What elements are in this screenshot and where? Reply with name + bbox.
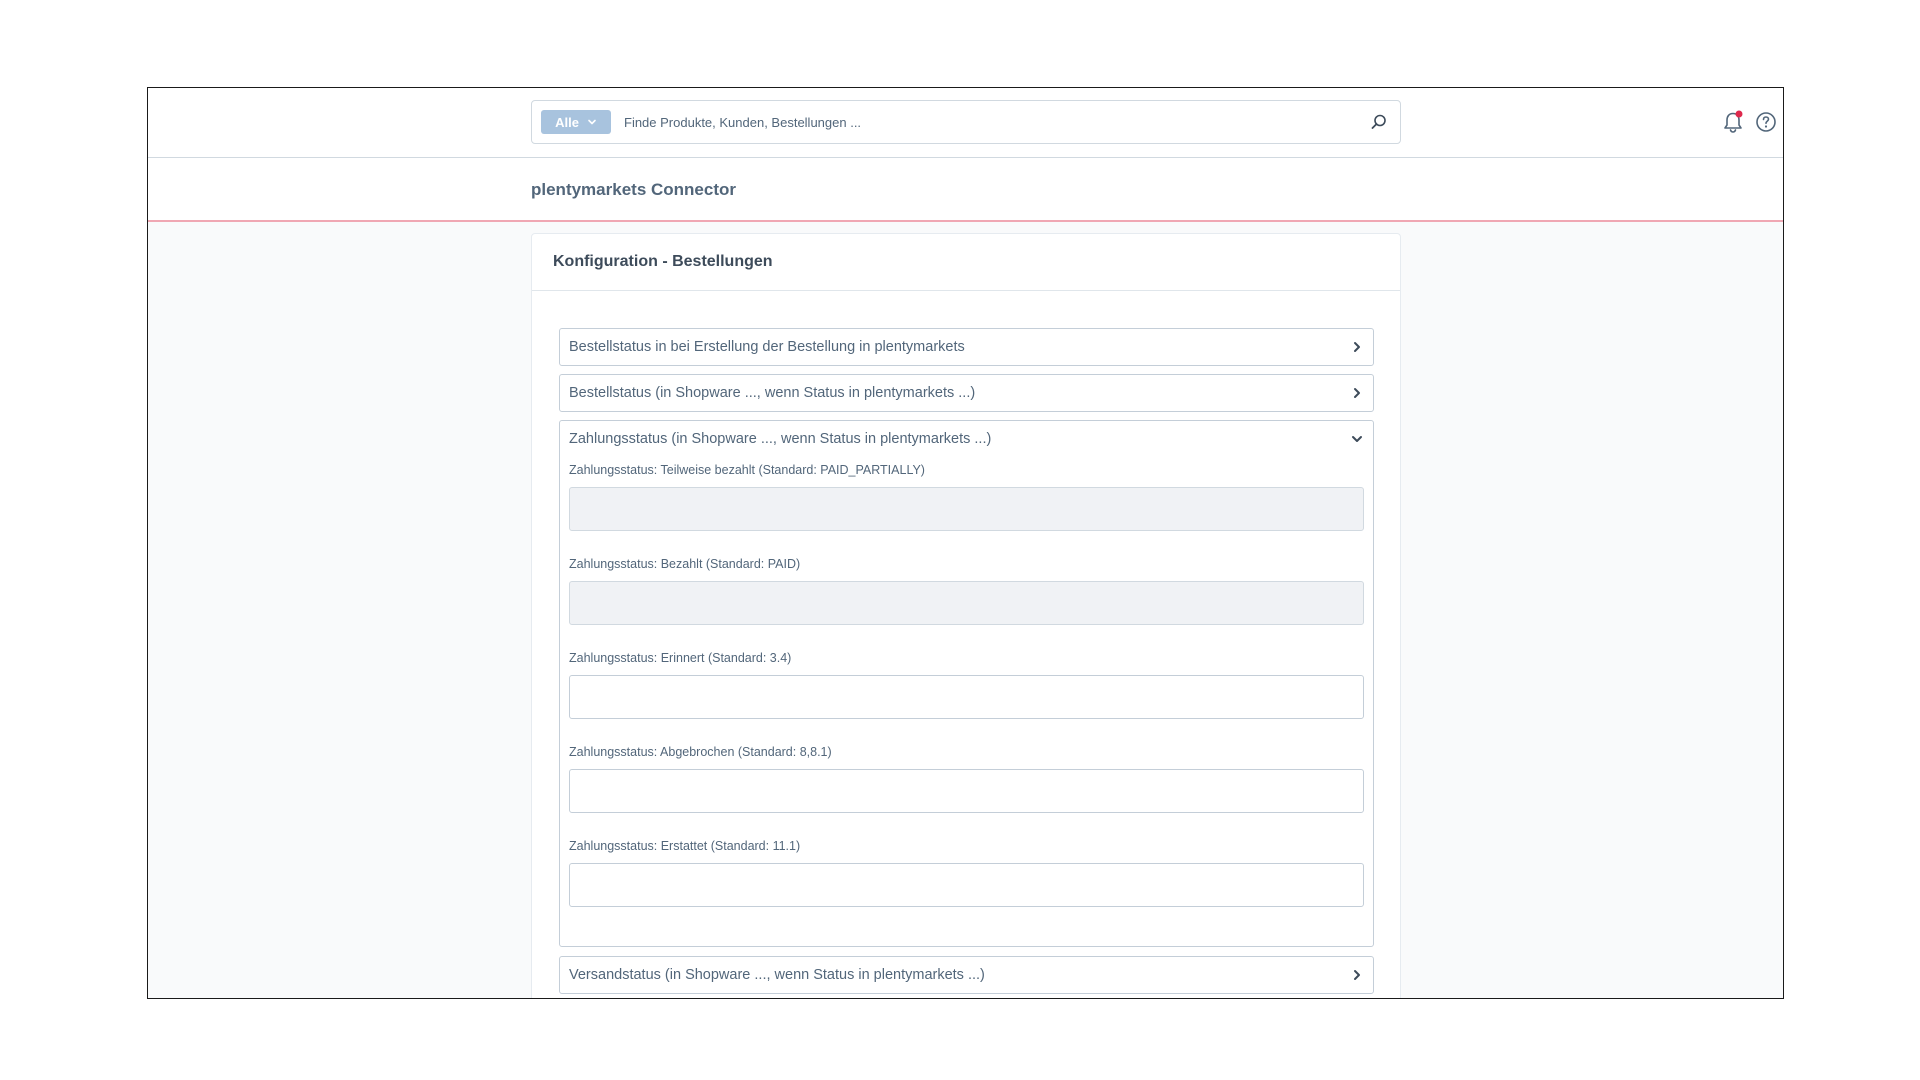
accordion-payment-status: Zahlungsstatus (in Shopware ..., wenn St… <box>559 420 1374 947</box>
payment-reminded-input[interactable] <box>569 675 1364 719</box>
field-label: Zahlungsstatus: Erinnert (Standard: 3.4) <box>569 651 792 665</box>
payment-field-paid: Zahlungsstatus: Bezahlt (Standard: PAID) <box>569 557 1364 625</box>
payment-refunded-input[interactable] <box>569 863 1364 907</box>
accordion-order-status-mapping: Bestellstatus (in Shopware ..., wenn Sta… <box>559 374 1374 412</box>
chevron-right-icon <box>1354 970 1360 980</box>
field-label: Zahlungsstatus: Teilweise bezahlt (Stand… <box>569 463 925 477</box>
accordion-header[interactable]: Bestellstatus (in Shopware ..., wenn Sta… <box>560 375 1373 411</box>
chevron-right-icon <box>1354 388 1360 398</box>
payment-field-reminded: Zahlungsstatus: Erinnert (Standard: 3.4) <box>569 651 1364 719</box>
accordion-label: Bestellstatus (in Shopware ..., wenn Sta… <box>569 385 976 401</box>
accordion-order-status-creation: Bestellstatus in bei Erstellung der Best… <box>559 328 1374 366</box>
accordion-label: Versandstatus (in Shopware ..., wenn Sta… <box>569 967 985 983</box>
payment-paid-input[interactable] <box>569 581 1364 625</box>
accordion-header[interactable]: Versandstatus (in Shopware ..., wenn Sta… <box>560 957 1373 993</box>
app-window: Alle plentymarkets Connector <box>147 87 1784 999</box>
notification-dot <box>1735 110 1743 118</box>
field-label: Zahlungsstatus: Erstattet (Standard: 11.… <box>569 839 801 853</box>
chevron-down-icon <box>588 119 596 125</box>
chevron-down-icon <box>1352 436 1362 442</box>
global-search: Alle <box>531 100 1401 144</box>
payment-cancelled-input[interactable] <box>569 769 1364 813</box>
search-input[interactable] <box>624 109 1324 135</box>
accordion-label: Bestellstatus in bei Erstellung der Best… <box>569 339 965 355</box>
config-card: Konfiguration - Bestellungen Bestellstat… <box>531 233 1401 998</box>
payment-field-refunded: Zahlungsstatus: Erstattet (Standard: 11.… <box>569 839 1364 907</box>
accordion-label: Zahlungsstatus (in Shopware ..., wenn St… <box>569 431 992 447</box>
bell-icon[interactable] <box>1722 110 1744 134</box>
chevron-right-icon <box>1354 342 1360 352</box>
payment-field-cancelled: Zahlungsstatus: Abgebrochen (Standard: 8… <box>569 745 1364 813</box>
payment-field-partially-paid: Zahlungsstatus: Teilweise bezahlt (Stand… <box>569 463 1364 531</box>
field-label: Zahlungsstatus: Abgebrochen (Standard: 8… <box>569 745 832 759</box>
accordion-header[interactable]: Zahlungsstatus (in Shopware ..., wenn St… <box>560 421 1373 457</box>
search-icon[interactable] <box>1370 113 1388 131</box>
search-type-label: Alle <box>555 114 579 130</box>
field-label: Zahlungsstatus: Bezahlt (Standard: PAID) <box>569 557 801 571</box>
page-header: plentymarkets Connector <box>148 158 1783 222</box>
accordion-shipping-status: Versandstatus (in Shopware ..., wenn Sta… <box>559 956 1374 994</box>
search-type-dropdown[interactable]: Alle <box>541 110 611 134</box>
card-title: Konfiguration - Bestellungen <box>553 253 773 270</box>
top-bar: Alle <box>148 88 1783 158</box>
accordion-header[interactable]: Bestellstatus in bei Erstellung der Best… <box>560 329 1373 365</box>
help-icon[interactable] <box>1755 111 1777 133</box>
card-header: Konfiguration - Bestellungen <box>532 234 1400 291</box>
payment-partially-paid-input[interactable] <box>569 487 1364 531</box>
page-title: plentymarkets Connector <box>531 180 736 199</box>
